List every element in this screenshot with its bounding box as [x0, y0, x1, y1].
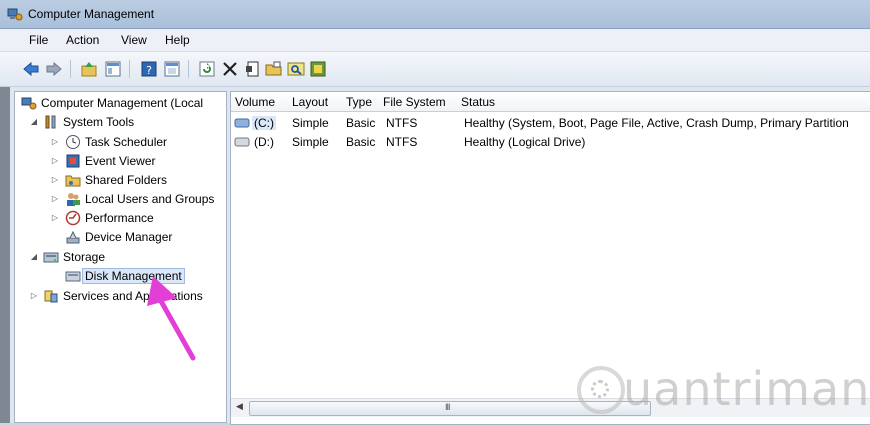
properties-icon[interactable] — [244, 60, 262, 78]
show-hide-tree-icon[interactable] — [104, 60, 122, 78]
tree-item-system-tools[interactable]: ◢ System Tools — [19, 113, 226, 132]
menu-view[interactable]: View — [121, 33, 147, 47]
navigation-tree: Computer Management (Local ◢ System Tool… — [14, 91, 227, 423]
device-manager-icon — [66, 230, 80, 244]
window-title: Computer Management — [28, 7, 155, 21]
toolbar-separator — [129, 60, 130, 78]
tree-label: Event Viewer — [85, 154, 156, 168]
services-icon — [44, 290, 58, 303]
watermark-logo-icon — [577, 366, 625, 414]
type-cell: Basic — [346, 135, 376, 149]
tree-label: Shared Folders — [85, 173, 168, 187]
options-icon[interactable] — [309, 60, 327, 78]
volume-cell: (C:) — [252, 116, 276, 130]
watermark-text: uantrimang — [623, 362, 870, 416]
column-header-file-system[interactable]: File System — [379, 92, 458, 112]
tools-icon — [45, 115, 56, 129]
computer-management-icon — [7, 8, 23, 21]
workspace: Computer Management (Local ◢ System Tool… — [0, 87, 870, 425]
column-header-volume[interactable]: Volume — [231, 92, 289, 112]
menu-file[interactable]: File — [29, 33, 48, 47]
refresh-icon[interactable] — [198, 60, 216, 78]
column-header-status[interactable]: Status — [457, 92, 870, 112]
tree-label: Storage — [63, 250, 106, 264]
file-system-cell: NTFS — [386, 135, 418, 149]
tree-label: Task Scheduler — [85, 135, 168, 149]
scrollbar-grip: III — [445, 402, 450, 412]
toolbar-separator — [70, 60, 71, 78]
tree-label: System Tools — [63, 115, 135, 129]
tree-label: Local Users and Groups — [85, 192, 215, 206]
column-header-type[interactable]: Type — [342, 92, 380, 112]
file-system-cell: NTFS — [386, 116, 418, 130]
drive-icon — [234, 137, 250, 147]
annotation-arrow — [147, 276, 196, 361]
computer-management-icon — [21, 97, 37, 110]
layout-cell: Simple — [292, 135, 329, 149]
delete-icon[interactable] — [221, 60, 239, 78]
collapse-triangle-icon[interactable]: ◢ — [29, 117, 39, 127]
table-row[interactable]: (D:) Simple Basic NTFS Healthy (Logical … — [231, 133, 870, 151]
drive-icon — [234, 118, 250, 128]
tree-item-storage[interactable]: ◢ Storage — [19, 248, 226, 267]
storage-icon — [43, 252, 59, 263]
help-icon[interactable]: ? — [140, 60, 158, 78]
status-cell: Healthy (Logical Drive) — [464, 135, 586, 149]
console-icon[interactable] — [163, 60, 181, 78]
tree-label: Performance — [85, 211, 154, 225]
shared-folder-icon — [65, 175, 81, 187]
expand-triangle-icon[interactable]: ▷ — [29, 291, 39, 301]
performance-icon — [65, 210, 81, 226]
users-icon — [67, 193, 80, 206]
menu-bar: File Action View Help — [0, 29, 870, 52]
tree-item-device-manager[interactable]: Device Manager — [19, 228, 226, 247]
type-cell: Basic — [346, 116, 376, 130]
tree-item-shared-folders[interactable]: ▷ Shared Folders — [19, 171, 226, 190]
scroll-left-arrow-icon[interactable]: ◀ — [236, 401, 243, 412]
window-edge — [0, 87, 10, 423]
tree-item-local-users-groups[interactable]: ▷ Local Users and Groups — [19, 190, 226, 209]
open-folder-icon[interactable] — [265, 60, 283, 78]
expand-triangle-icon[interactable]: ▷ — [50, 175, 60, 185]
back-arrow-icon[interactable] — [22, 60, 40, 78]
column-header-layout[interactable]: Layout — [288, 92, 343, 112]
up-folder-icon[interactable] — [80, 60, 98, 78]
forward-arrow-icon[interactable] — [45, 60, 63, 78]
tree-label: Device Manager — [85, 230, 173, 244]
clock-icon — [66, 135, 80, 149]
volume-list: Volume Layout Type File System Status (C… — [230, 91, 870, 425]
magnifier-icon[interactable] — [287, 60, 305, 78]
expand-triangle-icon[interactable]: ▷ — [50, 137, 60, 147]
menu-action[interactable]: Action — [66, 33, 99, 47]
table-row[interactable]: (C:) Simple Basic NTFS Healthy (System, … — [231, 114, 870, 132]
volume-cell: (D:) — [254, 135, 274, 149]
collapse-triangle-icon[interactable]: ◢ — [29, 252, 39, 262]
event-log-icon — [66, 154, 80, 168]
disk-icon — [65, 271, 81, 282]
tree-item-root[interactable]: Computer Management (Local — [19, 94, 226, 113]
tree-label: Computer Management (Local — [41, 96, 204, 110]
svg-text:?: ? — [146, 64, 152, 77]
expand-triangle-icon[interactable]: ▷ — [50, 194, 60, 204]
expand-triangle-icon[interactable]: ▷ — [50, 213, 60, 223]
status-cell: Healthy (System, Boot, Page File, Active… — [464, 116, 849, 130]
tree-item-performance[interactable]: ▷ Performance — [19, 209, 226, 228]
layout-cell: Simple — [292, 116, 329, 130]
toolbar-separator — [188, 60, 189, 78]
tree-item-task-scheduler[interactable]: ▷ Task Scheduler — [19, 133, 226, 152]
tree-item-event-viewer[interactable]: ▷ Event Viewer — [19, 152, 226, 171]
title-bar: Computer Management — [0, 0, 870, 29]
expand-triangle-icon[interactable]: ▷ — [50, 156, 60, 166]
toolbar: ? — [0, 52, 870, 87]
menu-help[interactable]: Help — [165, 33, 190, 47]
